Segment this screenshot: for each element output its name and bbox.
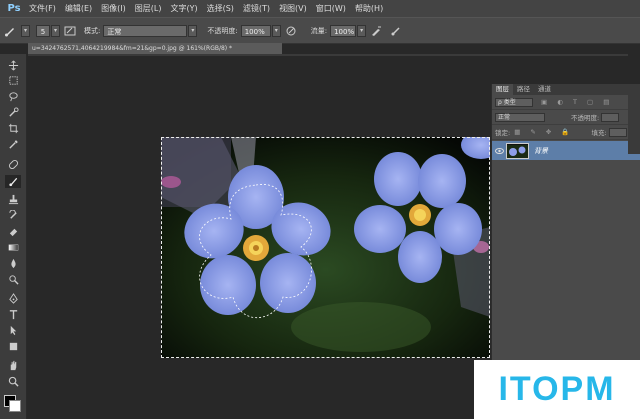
pressure-size-icon[interactable] (389, 24, 403, 38)
opacity-dropdown[interactable]: ▾ (271, 24, 281, 37)
move-icon[interactable] (5, 59, 21, 72)
blend-mode-select[interactable]: 正常 (495, 112, 545, 122)
brush-icon[interactable] (5, 175, 21, 188)
flow-field[interactable]: 100% (330, 24, 357, 37)
brush-size-dropdown[interactable]: ▾ (51, 24, 60, 37)
brush-panel-icon[interactable] (63, 24, 77, 38)
shape-icon[interactable] (5, 340, 21, 353)
document-tab[interactable]: u=3424762571,4064219984&fm=21&gp=0.jpg @… (28, 43, 282, 54)
canvas-image[interactable] (161, 137, 490, 358)
menu-image[interactable]: 图像(I) (101, 3, 126, 14)
flower-photo (161, 137, 490, 358)
ps-logo: Ps (7, 3, 21, 14)
tab-paths[interactable]: 路径 (513, 84, 534, 95)
layer-name[interactable]: 背景 (534, 146, 629, 156)
panel-tabs: 图层 路径 通道 (492, 84, 640, 95)
mode-select[interactable]: 正常 (103, 24, 188, 37)
history-brush-icon[interactable] (5, 209, 21, 222)
menu-help[interactable]: 帮助(H) (355, 3, 383, 14)
flow-label: 流量: (310, 26, 328, 35)
blend-row: 正常 不透明度: (492, 110, 640, 125)
dodge-icon[interactable] (5, 273, 21, 286)
layer-thumbnail (506, 142, 529, 159)
opacity-label: 不透明度: (207, 26, 238, 35)
lock-icons[interactable]: ▦ ✎ ✥ 🔒 (514, 128, 573, 136)
pressure-opacity-icon[interactable] (284, 24, 298, 38)
gradient-icon[interactable] (5, 241, 21, 254)
flow-dropdown[interactable]: ▾ (357, 24, 367, 37)
watermark-text: ITOPM (498, 370, 616, 408)
fill-label: 填充: (591, 129, 607, 137)
document-tab-bar (28, 54, 628, 56)
type-icon[interactable] (5, 308, 21, 321)
menu-window[interactable]: 窗口(W) (316, 3, 346, 14)
blur-icon[interactable] (5, 257, 21, 270)
crop-icon[interactable] (5, 122, 21, 135)
menu-bar: Ps 文件(F) 编辑(E) 图像(I) 图层(L) 文字(Y) 选择(S) 滤… (0, 0, 640, 17)
opacity-field[interactable]: 100% (240, 24, 271, 37)
hand-icon[interactable] (5, 359, 21, 372)
options-bar: ▾ 5 ▾ 模式: 正常 ▾ 不透明度: 100% ▾ 流量: 100% ▾ (0, 17, 640, 44)
stamp-icon[interactable] (5, 193, 21, 206)
menu-file[interactable]: 文件(F) (29, 3, 56, 14)
layer-filter-row: ρ 类型 ▣ ◐ T ▢ ▤ (492, 95, 640, 110)
tab-channels[interactable]: 通道 (534, 84, 555, 95)
opacity-label-panel: 不透明度: (571, 114, 600, 122)
quick-select-icon[interactable] (5, 106, 21, 119)
airbrush-icon[interactable] (369, 24, 383, 38)
mode-label: 模式: (84, 26, 101, 35)
path-select-icon[interactable] (5, 324, 21, 337)
eyedropper-icon[interactable] (5, 138, 21, 151)
tab-layers[interactable]: 图层 (492, 84, 513, 95)
photoshop-window: Ps 文件(F) 编辑(E) 图像(I) 图层(L) 文字(Y) 选择(S) 滤… (0, 0, 640, 419)
lock-label: 锁定: (495, 129, 511, 137)
menu-filter[interactable]: 滤镜(T) (243, 3, 270, 14)
fill-field[interactable] (608, 127, 627, 137)
menu-type[interactable]: 文字(Y) (170, 3, 197, 14)
lasso-icon[interactable] (5, 90, 21, 103)
menu-select[interactable]: 选择(S) (207, 3, 234, 14)
pen-icon[interactable] (5, 292, 21, 305)
brush-preset-icon[interactable] (3, 24, 17, 38)
menu-view[interactable]: 视图(V) (279, 3, 307, 14)
watermark-logo: ITOPM (474, 360, 640, 419)
eraser-icon[interactable] (5, 225, 21, 238)
layer-filter-select[interactable]: ρ 类型 (495, 97, 533, 107)
panel-collapse-strip[interactable] (628, 84, 640, 154)
brush-size-field[interactable]: 5 (36, 24, 50, 37)
zoom-icon[interactable] (5, 375, 21, 388)
healing-icon[interactable] (5, 158, 21, 171)
background-color-swatch[interactable] (9, 400, 21, 412)
tools-panel (0, 54, 27, 419)
menu-edit[interactable]: 编辑(E) (65, 3, 92, 14)
eye-icon[interactable] (492, 147, 506, 154)
lock-row: 锁定: ▦ ✎ ✥ 🔒 填充: (492, 125, 640, 140)
filter-icons[interactable]: ▣ ◐ T ▢ ▤ (541, 98, 613, 106)
brush-preset-dropdown[interactable]: ▾ (21, 24, 30, 37)
marquee-icon[interactable] (5, 74, 21, 87)
panel-opacity-field[interactable] (601, 112, 620, 122)
mode-dropdown[interactable]: ▾ (188, 24, 198, 37)
layer-row-background[interactable]: 背景 (492, 141, 640, 160)
menu-layer[interactable]: 图层(L) (135, 3, 162, 14)
